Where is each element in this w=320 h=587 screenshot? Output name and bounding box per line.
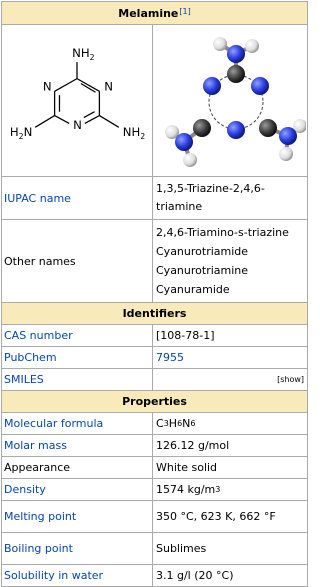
appearance-label: Appearance bbox=[4, 461, 71, 474]
other-names-list: 2,4,6-Triamino-s-triazine Cyanurotriamid… bbox=[153, 220, 307, 302]
ring-nitrogen-atom bbox=[227, 120, 245, 139]
molar-mass-row: Molar mass 126.12 g/mol bbox=[2, 434, 307, 456]
ring-n-right-label: N bbox=[104, 79, 113, 93]
smiles-row: SMILES [show] bbox=[2, 368, 307, 390]
hydrogen-atom bbox=[183, 152, 197, 167]
other-name-item: Cyanurotriamine bbox=[156, 264, 249, 277]
infobox: Melamine [1] NH2 N N N H2N NH2 IUPAC nam… bbox=[1, 1, 308, 587]
other-name-item: 2,4,6-Triamino-s-triazine bbox=[156, 226, 289, 239]
iupac-name-row: IUPAC name 1,3,5-Triazine-2,4,6-triamine bbox=[2, 176, 307, 219]
ring-n-bottom-label: N bbox=[73, 118, 82, 132]
melting-point-row: Melting point 350 °C, 623 K, 662 °F bbox=[2, 500, 307, 532]
molar-mass-value: 126.12 g/mol bbox=[156, 439, 230, 452]
ball-and-stick-cell bbox=[153, 25, 309, 176]
infobox-title-row: Melamine [1] bbox=[2, 2, 307, 24]
appearance-row: Appearance White solid bbox=[2, 456, 307, 478]
melting-point-value: 350 °C, 623 K, 662 °F bbox=[156, 510, 276, 523]
smiles-show-toggle[interactable]: [show] bbox=[277, 375, 304, 384]
molecular-formula-value: C3H6N6 bbox=[156, 417, 196, 430]
carbon-atom bbox=[227, 64, 245, 83]
molecular-formula-row: Molecular formula C3H6N6 bbox=[2, 412, 307, 434]
molecular-formula-link[interactable]: Molecular formula bbox=[4, 417, 103, 430]
molar-mass-link[interactable]: Molar mass bbox=[4, 439, 67, 452]
carbon-atom bbox=[259, 118, 277, 137]
identifiers-header-label: Identifiers bbox=[122, 307, 187, 320]
amine-nitrogen-atom bbox=[175, 132, 193, 151]
amine-left-label: H2N bbox=[10, 125, 32, 141]
identifiers-header: Identifiers bbox=[2, 302, 307, 324]
amine-nitrogen-atom bbox=[279, 126, 297, 145]
properties-header: Properties bbox=[2, 390, 307, 412]
structure-images-row: NH2 N N N H2N NH2 bbox=[2, 24, 307, 176]
hydrogen-atom bbox=[245, 38, 259, 53]
properties-header-label: Properties bbox=[122, 395, 187, 408]
amine-nitrogen-atom bbox=[227, 44, 245, 63]
carbon-atom bbox=[193, 118, 211, 137]
infobox-title: Melamine bbox=[118, 6, 179, 20]
other-names-label-cell: Other names bbox=[2, 220, 153, 302]
hydrogen-atom bbox=[213, 36, 227, 51]
amine-top-label: NH2 bbox=[72, 46, 95, 62]
reference-link[interactable]: [1] bbox=[179, 7, 190, 16]
solubility-row: Solubility in water 3.1 g/l (20 °C) bbox=[2, 564, 307, 586]
other-name-item: Cyanuramide bbox=[156, 283, 230, 296]
boiling-point-row: Boiling point Sublimes bbox=[2, 532, 307, 564]
density-link[interactable]: Density bbox=[4, 483, 46, 496]
iupac-name-value: 1,3,5-Triazine-2,4,6-triamine bbox=[153, 177, 307, 219]
skeletal-formula-image[interactable]: NH2 N N N H2N NH2 bbox=[4, 26, 150, 176]
pubchem-row: PubChem 7955 bbox=[2, 346, 307, 368]
ring-n-left-label: N bbox=[43, 79, 52, 93]
amine-right-label: NH2 bbox=[123, 125, 146, 141]
hydrogen-atom bbox=[279, 146, 293, 161]
cas-number-value: [108-78-1] bbox=[156, 329, 215, 342]
boiling-point-link[interactable]: Boiling point bbox=[4, 542, 73, 555]
melting-point-link[interactable]: Melting point bbox=[4, 510, 76, 523]
iupac-name-text: 1,3,5-Triazine-2,4,6-triamine bbox=[156, 182, 265, 213]
smiles-link[interactable]: SMILES bbox=[4, 373, 44, 386]
solubility-value: 3.1 g/l (20 °C) bbox=[156, 569, 234, 582]
other-names-row: Other names 2,4,6-Triamino-s-triazine Cy… bbox=[2, 219, 307, 302]
skeletal-formula-cell: NH2 N N N H2N NH2 bbox=[2, 25, 153, 176]
ring-nitrogen-atom bbox=[203, 76, 221, 95]
iupac-name-link[interactable]: IUPAC name bbox=[4, 192, 71, 205]
iupac-name-label-cell: IUPAC name bbox=[2, 177, 153, 219]
ball-and-stick-model-image[interactable] bbox=[156, 26, 306, 176]
solubility-link[interactable]: Solubility in water bbox=[4, 569, 103, 582]
other-name-item: Cyanurotriamide bbox=[156, 245, 249, 258]
density-row: Density 1574 kg/m 3 bbox=[2, 478, 307, 500]
cas-number-link[interactable]: CAS number bbox=[4, 329, 73, 342]
appearance-value: White solid bbox=[156, 461, 218, 474]
other-names-label: Other names bbox=[4, 254, 76, 268]
pubchem-value-link[interactable]: 7955 bbox=[156, 351, 184, 364]
ring-nitrogen-atom bbox=[251, 76, 269, 95]
cas-number-row: CAS number [108-78-1] bbox=[2, 324, 307, 346]
boiling-point-value: Sublimes bbox=[156, 542, 207, 555]
pubchem-link[interactable]: PubChem bbox=[4, 351, 57, 364]
density-value: 1574 kg/m 3 bbox=[156, 483, 221, 496]
